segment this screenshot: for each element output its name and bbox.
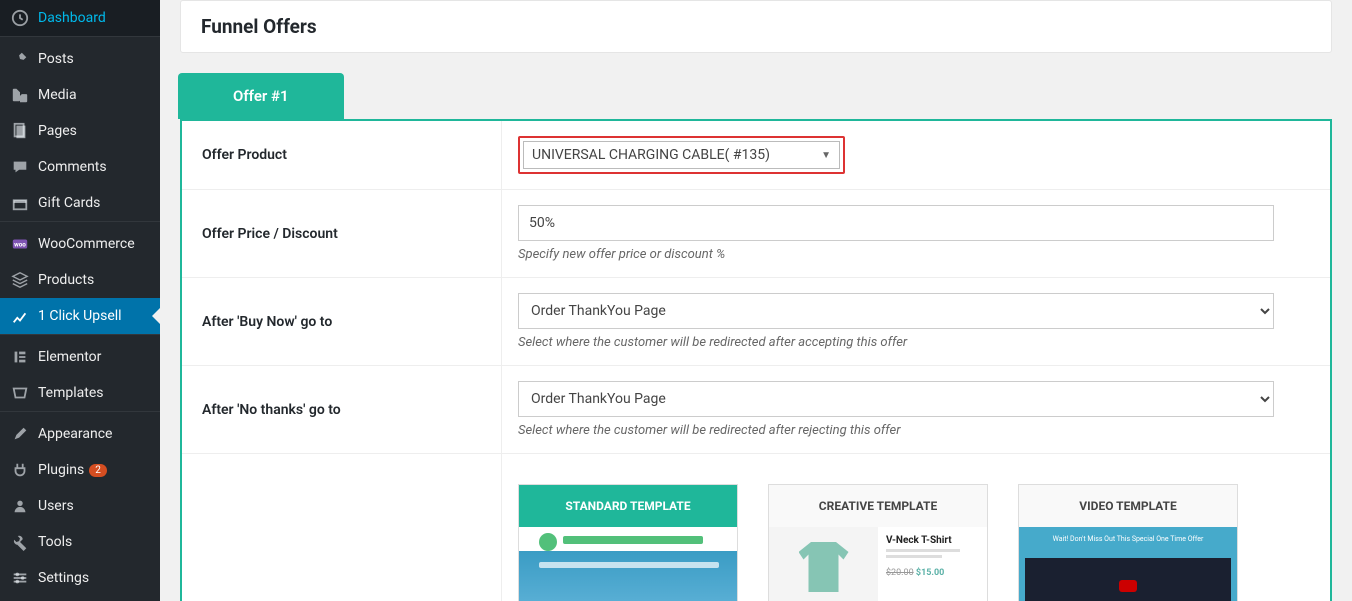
woo-icon: woo: [10, 234, 30, 254]
sidebar-item-gift-cards[interactable]: Gift Cards: [0, 185, 160, 221]
sidebar-item-label: Posts: [38, 51, 74, 67]
tab-row: Offer #1: [178, 73, 1332, 119]
main-content: Funnel Offers Offer #1 Offer Product UNI…: [160, 0, 1352, 601]
page-title: Funnel Offers: [201, 15, 1311, 38]
sidebar-item-label: 1 Click Upsell: [38, 308, 122, 324]
pages-icon: [10, 121, 30, 141]
sidebar-item-posts[interactable]: Posts: [0, 41, 160, 77]
offer-product-value: UNIVERSAL CHARGING CABLE( #135): [532, 147, 770, 163]
offer-price-input[interactable]: [518, 205, 1274, 241]
comments-icon: [10, 157, 30, 177]
sidebar-item-label: Tools: [38, 534, 72, 550]
offer-product-label: Offer Product: [182, 121, 502, 189]
gift-icon: [10, 193, 30, 213]
sidebar-item-tools[interactable]: Tools: [0, 524, 160, 560]
sidebar-item-label: Products: [38, 272, 94, 288]
after-buy-label: After 'Buy Now' go to: [182, 278, 502, 365]
sidebar-item-label: Users: [38, 498, 74, 514]
after-no-help: Select where the customer will be redire…: [518, 423, 1314, 438]
template-video[interactable]: VIDEO TEMPLATE Wait! Don't Miss Out This…: [1018, 484, 1238, 601]
sidebar-item-woocommerce[interactable]: woo WooCommerce: [0, 226, 160, 262]
sidebar-item-appearance[interactable]: Appearance: [0, 416, 160, 452]
sidebar-item-label: Templates: [38, 385, 104, 401]
sidebar-item-label: Dashboard: [38, 10, 106, 26]
sidebar-item-label: Comments: [38, 159, 107, 175]
plugins-badge: 2: [89, 464, 107, 477]
admin-sidebar: Dashboard Posts Media Pages Comments Gif…: [0, 0, 160, 601]
dashboard-icon: [10, 8, 30, 28]
tab-offer-1[interactable]: Offer #1: [178, 73, 344, 119]
tools-icon: [10, 532, 30, 552]
after-no-label: After 'No thanks' go to: [182, 366, 502, 453]
plug-icon: [10, 460, 30, 480]
brush-icon: [10, 424, 30, 444]
products-icon: [10, 270, 30, 290]
svg-text:woo: woo: [14, 241, 26, 249]
offer-product-select[interactable]: UNIVERSAL CHARGING CABLE( #135) ▼: [523, 141, 840, 169]
templates-icon: [10, 383, 30, 403]
sidebar-item-pages[interactable]: Pages: [0, 113, 160, 149]
sidebar-item-label: Gift Cards: [38, 195, 100, 211]
sidebar-item-label: Pages: [38, 123, 77, 139]
template-standard-preview: [519, 527, 737, 601]
pin-icon: [10, 49, 30, 69]
offer-price-label: Offer Price / Discount: [182, 190, 502, 277]
offer-settings-panel: Offer Product UNIVERSAL CHARGING CABLE( …: [180, 119, 1332, 601]
chart-icon: [10, 306, 30, 326]
after-buy-help: Select where the customer will be redire…: [518, 335, 1314, 350]
page-header: Funnel Offers: [180, 0, 1332, 53]
after-no-select[interactable]: Order ThankYou Page: [518, 381, 1274, 417]
template-creative[interactable]: CREATIVE TEMPLATE V-Neck T-Shirt $20.00: [768, 484, 988, 601]
sidebar-item-label: Appearance: [38, 426, 112, 442]
chevron-down-icon: ▼: [821, 150, 831, 161]
sidebar-item-products[interactable]: Products: [0, 262, 160, 298]
sidebar-item-comments[interactable]: Comments: [0, 149, 160, 185]
sidebar-item-label: Plugins: [38, 462, 84, 478]
sidebar-item-1-click-upsell[interactable]: 1 Click Upsell: [0, 298, 160, 334]
sidebar-item-label: Elementor: [38, 349, 101, 365]
users-icon: [10, 496, 30, 516]
template-standard[interactable]: STANDARD TEMPLATE: [518, 484, 738, 601]
sidebar-item-media[interactable]: Media: [0, 77, 160, 113]
after-buy-select[interactable]: Order ThankYou Page: [518, 293, 1274, 329]
sidebar-item-elementor[interactable]: Elementor: [0, 339, 160, 375]
elementor-icon: [10, 347, 30, 367]
media-icon: [10, 85, 30, 105]
template-standard-label: STANDARD TEMPLATE: [519, 485, 737, 527]
sidebar-item-label: WooCommerce: [38, 236, 135, 252]
template-video-preview: Wait! Don't Miss Out This Special One Ti…: [1019, 527, 1237, 601]
highlight-box: UNIVERSAL CHARGING CABLE( #135) ▼: [518, 136, 845, 174]
sidebar-item-templates[interactable]: Templates: [0, 375, 160, 411]
sidebar-item-users[interactable]: Users: [0, 488, 160, 524]
template-video-label: VIDEO TEMPLATE: [1019, 485, 1237, 527]
settings-icon: [10, 568, 30, 588]
sidebar-item-settings[interactable]: Settings: [0, 560, 160, 596]
sidebar-item-plugins[interactable]: Plugins 2: [0, 452, 160, 488]
sidebar-item-dashboard[interactable]: Dashboard: [0, 0, 160, 36]
sidebar-item-label: Settings: [38, 570, 89, 586]
sidebar-item-label: Media: [38, 87, 77, 103]
template-section-label: [182, 454, 502, 601]
template-creative-preview: V-Neck T-Shirt $20.00 $15.00: [769, 527, 987, 601]
template-creative-label: CREATIVE TEMPLATE: [769, 485, 987, 527]
offer-price-help: Specify new offer price or discount %: [518, 247, 1314, 262]
